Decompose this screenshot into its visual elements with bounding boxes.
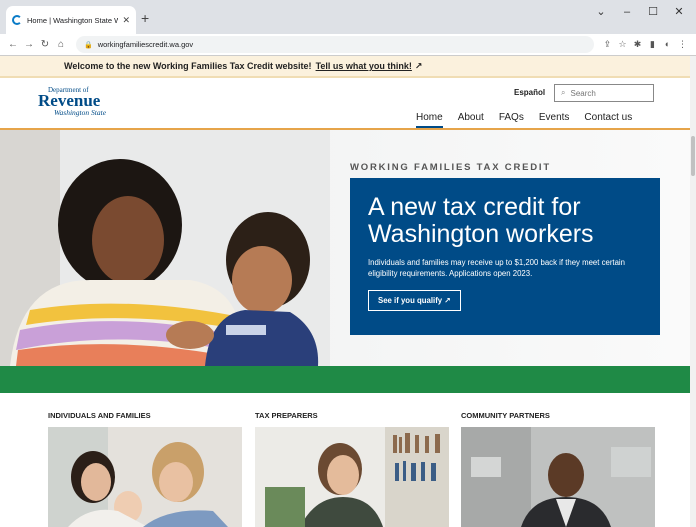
close-tab-icon[interactable]: ✕ [122,15,130,26]
feedback-link[interactable]: Tell us what you think! [316,61,412,71]
browser-tab[interactable]: Home | Washington State Worki ✕ [6,6,136,34]
extensions-puzzle-icon[interactable]: ✱ [630,39,645,50]
window-controls: ⌄ – ☐ ✕ [588,0,692,24]
page-scrollbar[interactable] [690,56,696,527]
maximize-icon[interactable]: ☐ [640,0,666,24]
address-bar[interactable]: 🔒 workingfamiliescredit.wa.gov [76,36,594,53]
profile-icon[interactable]: ◐ [660,39,675,50]
site-header: Department of Revenue Washington State E… [0,78,696,130]
card-photo-family [48,427,242,527]
card-title: INDIVIDUALS AND FAMILIES [48,411,151,420]
logo-line-3: Washington State [54,108,107,117]
green-divider [0,366,696,393]
hero-photo-mother-and-child [0,130,330,366]
url-text: workingfamiliescredit.wa.gov [97,40,194,49]
nav-events[interactable]: Events [539,112,570,128]
extension-area: ⇪ ☆ ✱ ▮ ◐ ⋮ [600,39,690,50]
tab-search-icon[interactable]: ⌄ [588,0,614,24]
browser-toolbar: ← → ↻ ⌂ 🔒 workingfamiliescredit.wa.gov ⇪… [0,34,696,56]
search-input[interactable] [570,88,641,98]
audience-cards: INDIVIDUALS AND FAMILIES TAX PREPARERS C… [0,393,696,527]
forward-icon[interactable]: → [22,39,36,50]
card-title: COMMUNITY PARTNERS [461,411,550,420]
minimize-icon[interactable]: – [614,0,640,24]
search-box[interactable]: ⌕ [554,84,654,102]
bookmark-star-icon[interactable]: ☆ [615,39,630,50]
site-favicon-icon [12,15,22,25]
nav-about[interactable]: About [458,112,484,128]
qualify-button[interactable]: See if you qualify ↗ [368,290,461,311]
nav-contact-us[interactable]: Contact us [584,112,632,128]
feedback-banner: Welcome to the new Working Families Tax … [0,56,696,78]
card-community-partners[interactable]: COMMUNITY PARTNERS [461,411,655,527]
search-icon: ⌕ [561,88,566,97]
external-link-icon: ↗ [444,296,451,305]
menu-dots-icon[interactable]: ⋮ [675,39,690,50]
new-tab-icon[interactable]: + [141,10,149,26]
browser-tabstrip: Home | Washington State Worki ✕ + ⌄ – ☐ … [0,0,696,34]
language-link[interactable]: Español [514,88,545,97]
logo-line-2: Revenue [38,91,101,110]
home-icon[interactable]: ⌂ [54,39,68,50]
card-tax-preparers[interactable]: TAX PREPARERS [255,411,449,527]
lock-icon[interactable]: 🔒 [84,41,93,49]
dor-logo[interactable]: Department of Revenue Washington State [38,86,106,117]
hero-title: A new tax credit for Washington workers [368,193,594,248]
banner-text: Welcome to the new Working Families Tax … [64,61,312,71]
back-icon[interactable]: ← [6,39,20,50]
hero-eyebrow: WORKING FAMILIES TAX CREDIT [350,162,551,173]
card-photo-community-partner [461,427,655,527]
card-photo-tax-preparer [255,427,449,527]
close-window-icon[interactable]: ✕ [666,0,692,24]
tab-title: Home | Washington State Worki [27,15,119,25]
hero-section: WORKING FAMILIES TAX CREDIT A new tax cr… [0,130,696,366]
nav-home[interactable]: Home [416,112,443,128]
scrollbar-thumb[interactable] [691,136,695,176]
reload-icon[interactable]: ↻ [38,39,52,50]
share-icon[interactable]: ⇪ [600,39,615,50]
hero-callout: A new tax credit for Washington workers … [350,178,660,335]
side-panel-icon[interactable]: ▮ [645,39,660,50]
hero-body: Individuals and families may receive up … [368,258,626,278]
card-title: TAX PREPARERS [255,411,318,420]
nav-faqs[interactable]: FAQs [499,112,524,128]
external-link-icon: ↗ [414,60,423,71]
main-nav: Home About FAQs Events Contact us [416,112,647,128]
qualify-button-label: See if you qualify [378,296,443,305]
card-individuals-families[interactable]: INDIVIDUALS AND FAMILIES [48,411,242,527]
